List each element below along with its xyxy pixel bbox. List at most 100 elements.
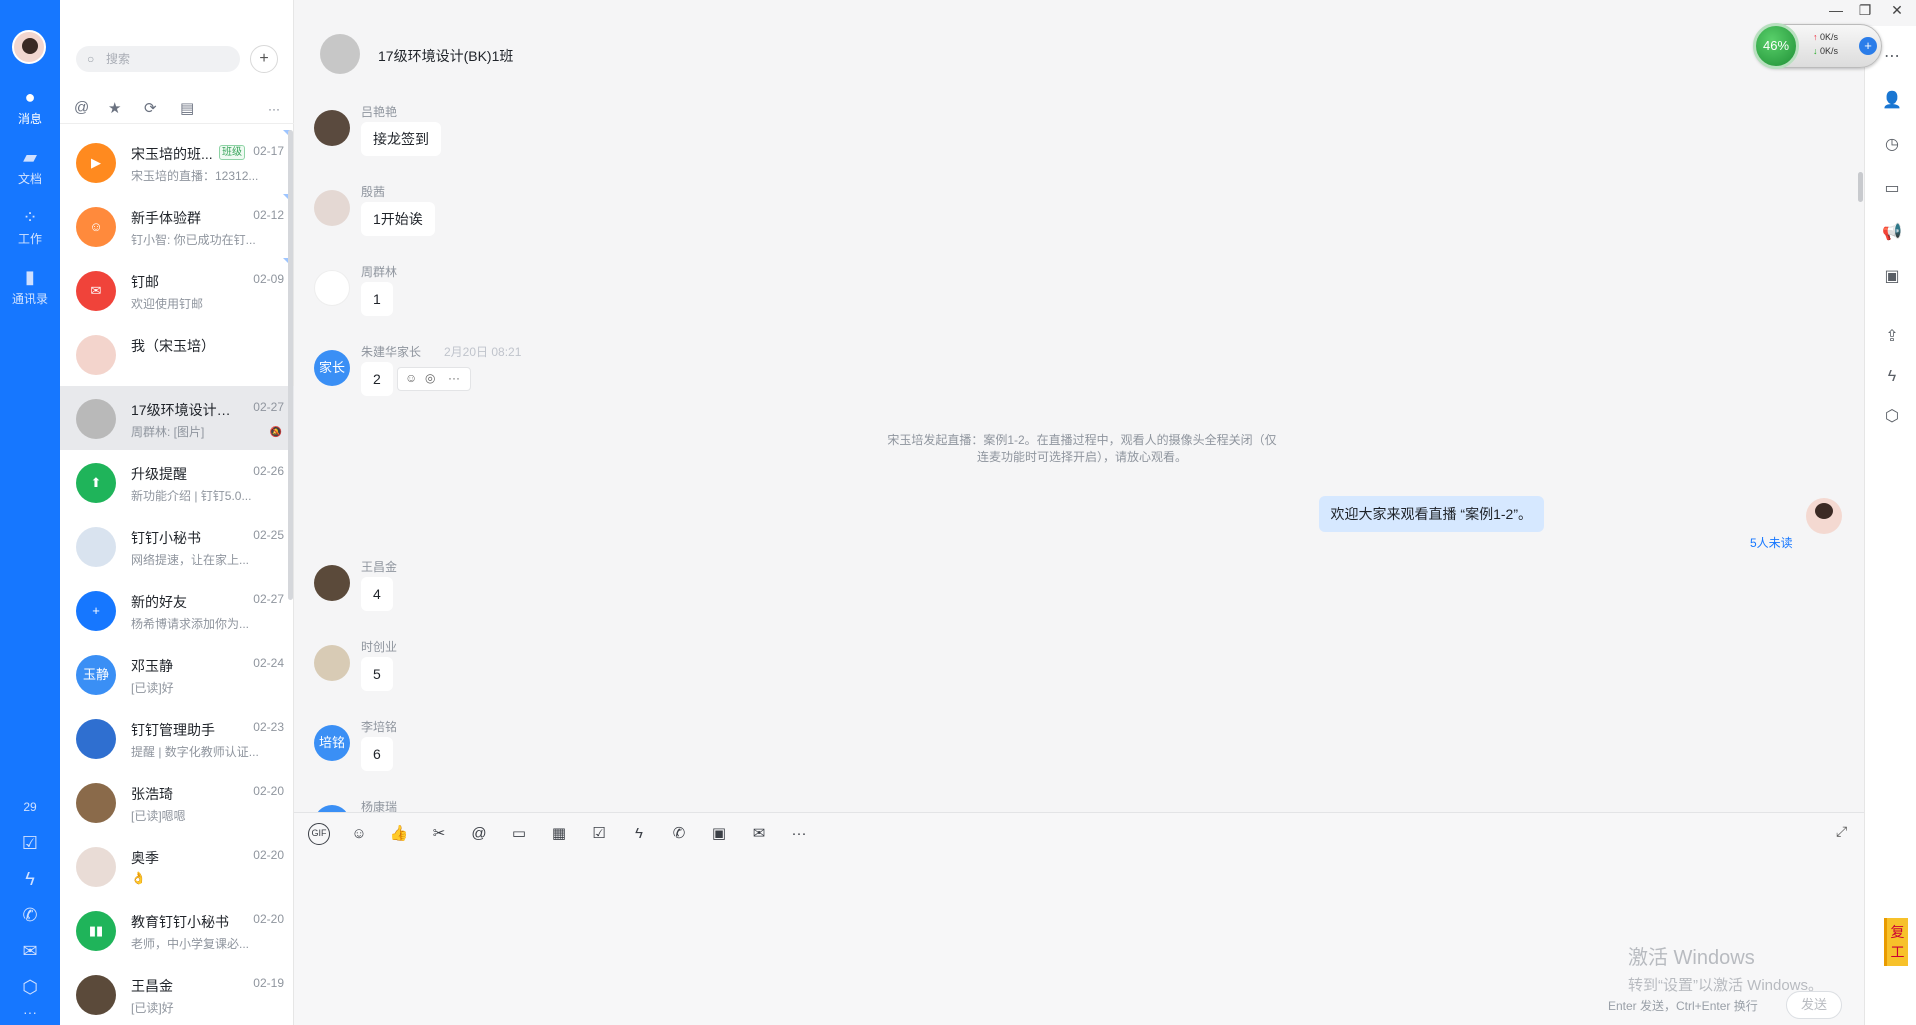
emoji-reaction-icon[interactable]: ☺ bbox=[405, 371, 417, 385]
conversation-time: 02-26 bbox=[253, 464, 284, 478]
left-nav-rail: ● 消息 ▰ 文档 ⁘ 工作 ▮ 通讯录 29 ☑ ϟ ✆ ✉ ⬡ ··· bbox=[0, 0, 60, 1025]
rail-item-work[interactable]: ⁘ 工作 bbox=[0, 200, 60, 256]
sender-avatar[interactable]: 家长 bbox=[314, 350, 350, 386]
message-bubble[interactable]: 2 bbox=[361, 362, 393, 396]
calendar-icon[interactable]: ▦ bbox=[548, 823, 570, 845]
conversation-item[interactable]: 17级环境设计(B... 02-27 周群林: [图片] 🔕 bbox=[60, 386, 294, 450]
expand-icon[interactable]: ⤢ bbox=[1836, 823, 1847, 840]
conversation-item[interactable]: 王昌金 02-19 [已读]好 bbox=[60, 962, 294, 1025]
history-clock-icon[interactable]: ◷ bbox=[1881, 134, 1903, 156]
calendar-icon[interactable]: 29 bbox=[0, 792, 60, 822]
conversation-item[interactable]: 奥季 02-20 👌 bbox=[60, 834, 294, 898]
sender-avatar[interactable] bbox=[314, 270, 350, 306]
scissors-icon[interactable]: ✂ bbox=[428, 823, 450, 845]
conversation-time: 02-19 bbox=[253, 976, 284, 990]
chat-scrollbar[interactable] bbox=[1858, 172, 1863, 202]
message-bubble[interactable]: 1开始诶 bbox=[361, 202, 435, 236]
announcement-icon[interactable]: 📢 bbox=[1881, 222, 1903, 244]
message-bubble[interactable]: 4 bbox=[361, 577, 393, 611]
rail-item-label: 工作 bbox=[17, 232, 42, 246]
sender-avatar[interactable] bbox=[314, 110, 350, 146]
phone-icon[interactable]: ✆ bbox=[0, 900, 60, 930]
folder-icon[interactable]: ▭ bbox=[1881, 178, 1903, 200]
mention-filter-icon[interactable]: @ bbox=[74, 99, 89, 116]
mail-icon[interactable]: ✉ bbox=[748, 823, 770, 845]
message-bubble[interactable]: 接龙签到 bbox=[361, 122, 441, 156]
thumbs-up-icon[interactable]: 👍 bbox=[388, 823, 410, 845]
dingtalk-window: ● 消息 ▰ 文档 ⁘ 工作 ▮ 通讯录 29 ☑ ϟ ✆ ✉ ⬡ ··· ○ … bbox=[0, 0, 1916, 1025]
box-icon[interactable]: ⬡ bbox=[1881, 406, 1903, 428]
sender-avatar[interactable] bbox=[314, 190, 350, 226]
conversation-item[interactable]: 钉钉小秘书 02-25 网络提速，让在家上... bbox=[60, 514, 294, 578]
todo-icon[interactable]: ☑ bbox=[588, 823, 610, 845]
star-filter-icon[interactable]: ★ bbox=[108, 99, 121, 117]
emoji-icon[interactable]: ☺ bbox=[348, 823, 370, 845]
boost-icon[interactable]: + bbox=[1859, 37, 1877, 55]
todo-check-icon[interactable]: ☑ bbox=[0, 828, 60, 858]
conversation-item[interactable]: 玉静 邓玉静 02-24 [已读]好 bbox=[60, 642, 294, 706]
my-avatar[interactable] bbox=[12, 30, 46, 64]
sender-avatar[interactable] bbox=[314, 645, 350, 681]
phone-icon[interactable]: ✆ bbox=[668, 823, 690, 845]
conversation-item[interactable]: 我（宋玉培） bbox=[60, 322, 294, 386]
conversation-item[interactable]: ✉ 钉邮 02-09 欢迎使用钉邮 bbox=[60, 258, 294, 322]
recent-filter-icon[interactable]: ⟳ bbox=[144, 99, 157, 117]
conversation-item[interactable]: ⬆ 升级提醒 02-26 新功能介绍 | 钉钉5.0... bbox=[60, 450, 294, 514]
conversation-item[interactable]: 张浩琦 02-20 [已读]嗯嗯 bbox=[60, 770, 294, 834]
my-message-avatar[interactable] bbox=[1806, 498, 1842, 534]
conversation-item[interactable]: 钉钉管理助手 02-23 提醒 | 数字化教师认证... bbox=[60, 706, 294, 770]
chat-title[interactable]: 17级环境设计(BK)1班 bbox=[378, 46, 513, 66]
reply-icon[interactable]: ◎ bbox=[425, 371, 435, 385]
add-button[interactable]: + bbox=[250, 45, 278, 73]
close-button[interactable]: ✕ bbox=[1884, 0, 1910, 24]
folder-send-icon[interactable]: ▭ bbox=[508, 823, 530, 845]
upload-icon[interactable]: ⇪ bbox=[1881, 326, 1903, 348]
sender-avatar[interactable]: 培铭 bbox=[314, 725, 350, 761]
minimize-button[interactable]: — bbox=[1823, 0, 1849, 24]
mail-icon[interactable]: ✉ bbox=[0, 936, 60, 966]
conversation-preview: 钉小智: 你已成功在钉... bbox=[131, 233, 256, 247]
lightning-icon[interactable]: ϟ bbox=[0, 864, 60, 894]
conversation-list-panel: ○ 搜索 + @ ★ ⟳ ▤ ··· ▶ 宋玉培的班... 班级 02-17 宋玉培的直… bbox=[60, 0, 294, 1025]
lightning-icon[interactable]: ϟ bbox=[1881, 366, 1903, 388]
more-icon[interactable]: ··· bbox=[448, 371, 460, 385]
live-icon[interactable]: ▣ bbox=[708, 823, 730, 845]
message-composer[interactable]: GIF ☺ 👍 ✂ @ ▭ ▦ ☑ ϟ ✆ ▣ ✉ ··· ⤢ 激活 Windows 转到“设置”以激活… bbox=[294, 812, 1864, 1025]
mention-icon[interactable]: @ bbox=[468, 823, 490, 845]
conversation-item[interactable]: ☺ 新手体验群 02-12 钉小智: 你已成功在钉... bbox=[60, 194, 294, 258]
cube-icon[interactable]: ⬡ bbox=[0, 972, 60, 1002]
group-avatar[interactable] bbox=[320, 34, 360, 74]
message-bubble[interactable]: 1 bbox=[361, 282, 393, 316]
unread-count-link[interactable]: 5人未读 bbox=[1750, 534, 1793, 551]
rail-item-contacts[interactable]: ▮ 通讯录 bbox=[0, 260, 60, 316]
network-speed-widget[interactable]: 46% ↑ 0K/s ↓ 0K/s + bbox=[1753, 23, 1882, 69]
conversation-item[interactable]: ▶ 宋玉培的班... 班级 02-17 宋玉培的直播：12312... bbox=[60, 130, 294, 194]
more-circle-icon[interactable]: ⋯ bbox=[1881, 46, 1903, 68]
rail-item-docs[interactable]: ▰ 文档 bbox=[0, 140, 60, 196]
conversation-name: 我（宋玉培） bbox=[131, 338, 215, 354]
more-dots-icon[interactable]: ··· bbox=[0, 1002, 60, 1025]
search-input[interactable]: ○ 搜索 bbox=[76, 46, 240, 72]
sender-avatar[interactable] bbox=[314, 565, 350, 601]
more-filter-icon[interactable]: ··· bbox=[268, 102, 280, 116]
conversation-item[interactable]: ▮▮ 教育钉钉小秘书 02-20 老师，中小学复课必... bbox=[60, 898, 294, 962]
sender-name: 时创业 bbox=[361, 640, 398, 654]
sticky-note-widget[interactable]: 复 工 bbox=[1884, 918, 1908, 966]
add-member-icon[interactable]: 👤 bbox=[1881, 90, 1903, 112]
conversation-name: 钉钉小秘书 bbox=[131, 530, 201, 546]
restore-button[interactable]: ❐ bbox=[1852, 0, 1878, 24]
message-bubble[interactable]: 5 bbox=[361, 657, 393, 691]
my-message-bubble[interactable]: 欢迎大家来观看直播 “案例1-2”。 bbox=[1318, 496, 1544, 532]
send-button[interactable]: 发送 bbox=[1786, 991, 1842, 1019]
conversation-time: 02-20 bbox=[253, 784, 284, 798]
message-bubble[interactable]: 6 bbox=[361, 737, 393, 771]
conversation-preview: 网络提速，让在家上... bbox=[131, 553, 250, 567]
gif-icon[interactable]: GIF bbox=[308, 823, 330, 845]
archive-filter-icon[interactable]: ▤ bbox=[180, 99, 194, 117]
live-tv-icon[interactable]: ▣ bbox=[1881, 266, 1903, 288]
ding-lightning-icon[interactable]: ϟ bbox=[628, 823, 650, 845]
rail-item-messages[interactable]: ● 消息 bbox=[0, 80, 60, 136]
list-scrollbar[interactable] bbox=[288, 130, 293, 600]
more-icon[interactable]: ··· bbox=[788, 823, 810, 845]
conversation-item[interactable]: + 新的好友 02-27 杨希博请求添加你为... bbox=[60, 578, 294, 642]
